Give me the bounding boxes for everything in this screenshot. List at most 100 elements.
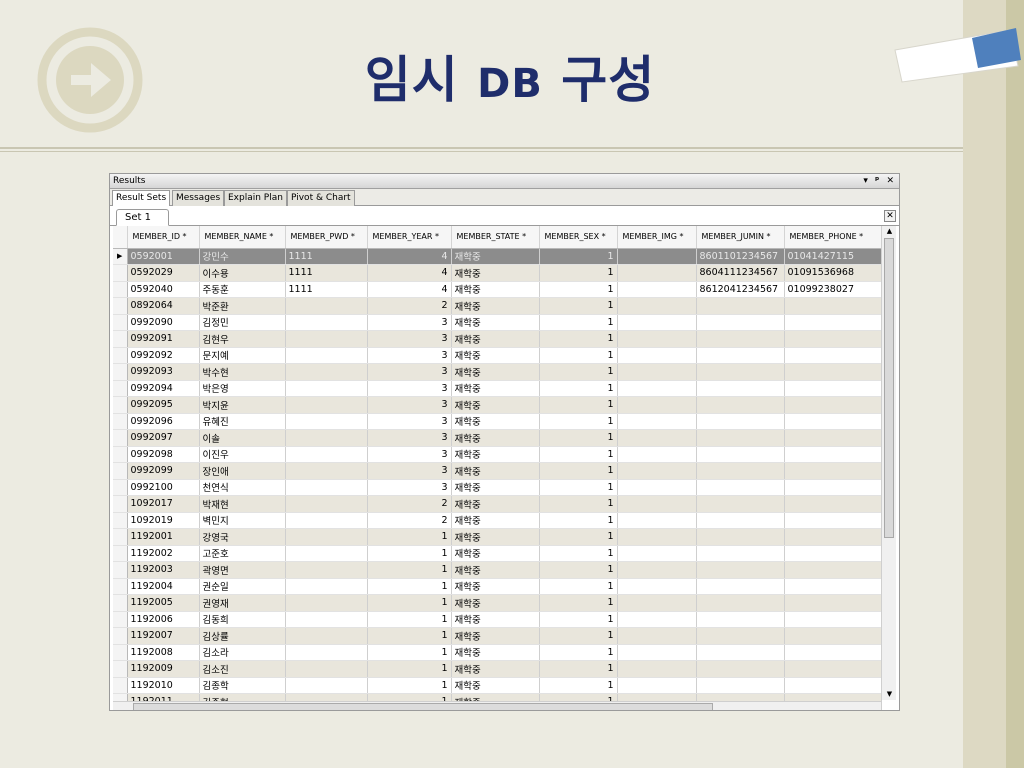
table-cell[interactable]: 재학중	[451, 314, 540, 331]
table-cell[interactable]	[617, 611, 697, 628]
scroll-down-icon[interactable]: ▼	[882, 689, 897, 700]
table-cell[interactable]	[617, 314, 697, 331]
table-cell[interactable]	[696, 446, 785, 463]
table-cell[interactable]	[784, 512, 882, 529]
column-header[interactable]: MEMBER_IMG *	[617, 226, 697, 249]
table-cell[interactable]: 3	[367, 462, 452, 480]
table-cell[interactable]	[285, 561, 368, 579]
table-row[interactable]: 1192009 김소진 1 재학중 1	[113, 660, 882, 678]
table-cell[interactable]: 0892064	[127, 297, 200, 315]
table-cell[interactable]	[696, 660, 785, 678]
table-cell[interactable]	[617, 429, 697, 447]
table-cell[interactable]: 8601101234567	[696, 248, 785, 265]
table-row[interactable]: 0892064 박준환 2 재학중 1	[113, 297, 882, 315]
table-cell[interactable]: 3	[367, 380, 452, 397]
table-row[interactable]: 1192001 강영국 1 재학중 1	[113, 528, 882, 546]
table-cell[interactable]	[285, 495, 368, 513]
table-cell[interactable]: 1	[367, 644, 452, 661]
table-cell[interactable]	[784, 660, 882, 678]
table-cell[interactable]	[696, 380, 785, 397]
table-cell[interactable]: 재학중	[451, 429, 540, 447]
table-cell[interactable]: 재학중	[451, 297, 540, 315]
table-cell[interactable]: 박은영	[199, 380, 286, 397]
table-cell[interactable]: 1	[539, 446, 618, 463]
table-cell[interactable]: 01099238027	[784, 281, 882, 298]
table-cell[interactable]: 3	[367, 429, 452, 447]
row-indicator[interactable]	[113, 396, 128, 414]
table-cell[interactable]	[285, 660, 368, 678]
table-cell[interactable]: 1	[539, 380, 618, 397]
table-cell[interactable]	[696, 677, 785, 694]
table-cell[interactable]: 김종학	[199, 677, 286, 694]
table-cell[interactable]: 박수현	[199, 363, 286, 381]
table-cell[interactable]	[617, 561, 697, 579]
tab-result-sets[interactable]: Result Sets	[112, 190, 171, 207]
table-cell[interactable]	[696, 611, 785, 628]
table-cell[interactable]: 1	[539, 594, 618, 612]
table-cell[interactable]: 박준환	[199, 297, 286, 315]
table-cell[interactable]: 2	[367, 495, 452, 513]
table-cell[interactable]	[696, 297, 785, 315]
table-cell[interactable]	[784, 396, 882, 414]
table-cell[interactable]: 1	[539, 644, 618, 661]
table-row[interactable]: 0992091 김현우 3 재학중 1	[113, 330, 882, 348]
table-cell[interactable]	[784, 347, 882, 364]
table-cell[interactable]: 0992099	[127, 462, 200, 480]
table-cell[interactable]	[285, 594, 368, 612]
table-cell[interactable]: 재학중	[451, 512, 540, 529]
table-cell[interactable]	[784, 644, 882, 661]
table-cell[interactable]: 1	[367, 594, 452, 612]
table-cell[interactable]: 박재현	[199, 495, 286, 513]
table-cell[interactable]: 1111	[285, 248, 368, 265]
table-cell[interactable]	[617, 594, 697, 612]
table-cell[interactable]: 1192001	[127, 528, 200, 546]
table-cell[interactable]	[696, 396, 785, 414]
table-cell[interactable]: 재학중	[451, 446, 540, 463]
row-indicator[interactable]	[113, 528, 128, 546]
table-cell[interactable]: 재학중	[451, 528, 540, 546]
table-cell[interactable]	[784, 413, 882, 430]
table-cell[interactable]: 재학중	[451, 495, 540, 513]
table-cell[interactable]	[285, 528, 368, 546]
table-cell[interactable]: 재학중	[451, 380, 540, 397]
table-cell[interactable]: 재학중	[451, 479, 540, 496]
table-cell[interactable]: 0992093	[127, 363, 200, 381]
row-indicator[interactable]	[113, 677, 128, 694]
table-cell[interactable]: 1111	[285, 264, 368, 282]
table-row[interactable]: 1192008 김소라 1 재학중 1	[113, 644, 882, 661]
table-cell[interactable]	[617, 677, 697, 694]
table-cell[interactable]: 1	[539, 314, 618, 331]
table-row[interactable]: 1192005 권영재 1 재학중 1	[113, 594, 882, 612]
table-cell[interactable]: 1192010	[127, 677, 200, 694]
table-cell[interactable]: 1	[367, 677, 452, 694]
table-cell[interactable]: 2	[367, 512, 452, 529]
table-cell[interactable]: 1192007	[127, 627, 200, 645]
table-cell[interactable]	[696, 512, 785, 529]
table-cell[interactable]: 1111	[285, 281, 368, 298]
column-header[interactable]: MEMBER_PWD *	[285, 226, 368, 249]
row-indicator[interactable]	[113, 297, 128, 315]
row-indicator[interactable]	[113, 413, 128, 430]
column-header[interactable]: MEMBER_SEX *	[539, 226, 618, 249]
table-cell[interactable]	[285, 611, 368, 628]
table-cell[interactable]: 김동희	[199, 611, 286, 628]
table-cell[interactable]: 1	[539, 413, 618, 430]
row-indicator[interactable]	[113, 281, 128, 298]
table-cell[interactable]	[617, 363, 697, 381]
table-cell[interactable]	[696, 462, 785, 480]
horizontal-scrollbar[interactable]	[113, 701, 881, 710]
table-cell[interactable]: 1	[539, 495, 618, 513]
table-row[interactable]: 0992096 유혜진 3 재학중 1	[113, 413, 882, 430]
table-cell[interactable]: 1	[539, 660, 618, 678]
table-cell[interactable]	[617, 281, 697, 298]
table-cell[interactable]: 0992098	[127, 446, 200, 463]
tab-explain-plan[interactable]: Explain Plan	[224, 190, 287, 206]
table-cell[interactable]: 3	[367, 479, 452, 496]
row-indicator[interactable]	[113, 495, 128, 513]
table-cell[interactable]	[617, 528, 697, 546]
table-cell[interactable]: 재학중	[451, 578, 540, 595]
table-cell[interactable]	[617, 380, 697, 397]
table-cell[interactable]: 0592001	[127, 248, 200, 265]
table-cell[interactable]	[285, 578, 368, 595]
table-cell[interactable]	[784, 561, 882, 579]
